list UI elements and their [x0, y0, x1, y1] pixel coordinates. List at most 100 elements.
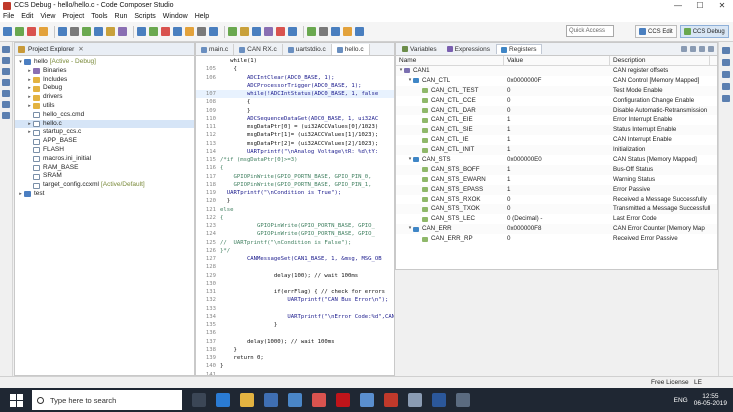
close-button[interactable]: ✕	[711, 1, 733, 10]
toolbar-button-icon[interactable]	[27, 27, 36, 36]
taskbar-app-app-icon[interactable]	[408, 393, 422, 407]
license-status[interactable]: Free License	[651, 379, 689, 386]
toolbar-button-icon[interactable]	[39, 27, 48, 36]
collapsed-arrow-icon[interactable]: ▸	[17, 190, 24, 199]
column-name[interactable]: Name	[396, 56, 504, 65]
toolbar-button-icon[interactable]	[288, 27, 297, 36]
register-row[interactable]: CAN_STS_EWARN 1 Warning Status	[396, 175, 717, 185]
menu-item-view[interactable]: View	[40, 13, 55, 20]
toolbar-button-icon[interactable]	[228, 27, 237, 36]
view-icon[interactable]	[722, 71, 730, 78]
taskbar-app-mail-icon[interactable]	[288, 393, 302, 407]
menu-item-window[interactable]: Window	[163, 13, 188, 20]
menu-item-file[interactable]: File	[3, 13, 14, 20]
register-value[interactable]: 0 (Decimal) -	[504, 214, 610, 224]
menu-item-run[interactable]: Run	[115, 13, 128, 20]
view-icon[interactable]	[722, 83, 730, 90]
tree-item[interactable]: macros.ini_initial	[15, 155, 194, 164]
collapsed-arrow-icon[interactable]: ▸	[26, 128, 33, 137]
register-value[interactable]: 0	[504, 204, 610, 214]
editor-tab[interactable]: CAN RX.c	[234, 44, 283, 55]
register-value[interactable]: 1	[504, 165, 610, 175]
taskbar-app-app2-icon[interactable]	[456, 393, 470, 407]
toolbar-button-icon[interactable]	[319, 27, 328, 36]
toolbar-button-icon[interactable]	[209, 27, 218, 36]
menu-item-project[interactable]: Project	[62, 13, 84, 20]
register-row[interactable]: CAN_CTL_DAR 0 Disable Automatic-Retransmis…	[396, 105, 717, 116]
menu-item-edit[interactable]: Edit	[21, 13, 33, 20]
perspective-ccs-edit[interactable]: CCS Edit	[635, 25, 677, 38]
register-row[interactable]: CAN_CTL_INIT 1 Initialization	[396, 145, 717, 156]
tree-item[interactable]: ▸ Debug	[15, 84, 194, 93]
register-value[interactable]: 0x000000F8	[504, 224, 610, 234]
register-value[interactable]: 0	[504, 195, 610, 205]
register-value[interactable]: 1	[504, 145, 610, 155]
register-row[interactable]: CAN_STS_RXOK 0 Received a Message Successf…	[396, 195, 717, 205]
tree-item[interactable]: ▾ hello [Active - Debug]	[15, 58, 194, 67]
minimize-icon[interactable]	[708, 46, 714, 52]
tree-item[interactable]: target_config.ccxml [Active/Default]	[15, 181, 194, 190]
register-value[interactable]: 1	[504, 185, 610, 195]
register-value[interactable]: 0x000000E0	[504, 155, 610, 165]
menu-icon[interactable]	[699, 46, 705, 52]
register-row[interactable]: ▾ CAN_STS 0x000000E0 CAN Status [Memory Map…	[396, 155, 717, 165]
toolbar-button-icon[interactable]	[173, 27, 182, 36]
register-row[interactable]: CAN_STS_EPASS 1 Error Passive	[396, 184, 717, 195]
register-row[interactable]: CAN_CTL_TEST 0 Test Mode Enable	[396, 85, 717, 96]
view-icon[interactable]	[2, 101, 10, 108]
toolbar-button-icon[interactable]	[15, 27, 24, 36]
register-row[interactable]: CAN_CTL_EIE 1 Error Interrupt Enable	[396, 115, 717, 125]
register-row[interactable]: CAN_ERR_RP 0 Received Error Passive	[396, 234, 717, 244]
tree-item[interactable]: ▸ utils	[15, 102, 194, 111]
register-row[interactable]: CAN_CTL_IE 1 CAN Interrupt Enable	[396, 135, 717, 145]
toolbar-button-icon[interactable]	[240, 27, 249, 36]
toolbar-button-icon[interactable]	[118, 27, 127, 36]
view-icon[interactable]	[2, 79, 10, 86]
register-value[interactable]: 0	[504, 86, 610, 96]
language-indicator[interactable]: ENG	[674, 397, 688, 404]
toolbar-button-icon[interactable]	[343, 27, 352, 36]
tree-item[interactable]: ▸ Binaries	[15, 67, 194, 76]
register-row[interactable]: ▾ CAN1 CAN register offsets	[396, 66, 717, 76]
quick-access-input[interactable]: Quick Access	[566, 25, 614, 37]
close-icon[interactable]: ✕	[78, 45, 83, 53]
toolbar-button-icon[interactable]	[82, 27, 91, 36]
register-value[interactable]: 1	[504, 115, 610, 125]
collapsed-arrow-icon[interactable]: ▸	[26, 84, 33, 93]
toolbar-button-icon[interactable]	[149, 27, 158, 36]
minimize-button[interactable]: —	[667, 1, 689, 10]
toolbar-button-icon[interactable]	[161, 27, 170, 36]
taskbar-app-task-view-icon[interactable]	[192, 393, 206, 407]
register-row[interactable]: ▾ CAN_CTL 0x0000000F CAN Control [Memory Ma…	[396, 76, 717, 86]
collapsed-arrow-icon[interactable]: ▸	[26, 67, 33, 76]
toolbar-button-icon[interactable]	[70, 27, 79, 36]
collapsed-arrow-icon[interactable]: ▸	[26, 93, 33, 102]
menu-item-tools[interactable]: Tools	[91, 13, 107, 20]
register-value[interactable]: 1	[504, 125, 610, 135]
register-value[interactable]: 0	[504, 106, 610, 116]
tree-item[interactable]: SRAM	[15, 172, 194, 181]
maximize-button[interactable]: ☐	[689, 1, 711, 10]
start-button[interactable]	[10, 391, 28, 409]
toolbar-button-icon[interactable]	[264, 27, 273, 36]
register-value[interactable]: 0x0000000F	[504, 76, 610, 86]
taskbar-search[interactable]: Type here to search	[32, 390, 182, 410]
toolbar-button-icon[interactable]	[276, 27, 285, 36]
toolbar-button-icon[interactable]	[3, 27, 12, 36]
view-icon[interactable]	[2, 68, 10, 75]
perspective-ccs-debug[interactable]: CCS Debug	[679, 25, 729, 38]
view-icon[interactable]	[2, 112, 10, 119]
collapse-icon[interactable]	[681, 46, 687, 52]
toolbar-button-icon[interactable]	[58, 27, 67, 36]
tree-item[interactable]: FLASH	[15, 146, 194, 155]
taskbar-app-ccs-icon[interactable]	[384, 393, 398, 407]
code-area[interactable]: while(1) 105 {106 ADCIntClear(ADC0_BASE, …	[196, 57, 394, 375]
view-tab-registers[interactable]: Registers	[496, 44, 542, 54]
register-value[interactable]: 1	[504, 135, 610, 145]
tree-item[interactable]: RAM_BASE	[15, 164, 194, 173]
collapsed-arrow-icon[interactable]: ▸	[26, 102, 33, 111]
toolbar-button-icon[interactable]	[106, 27, 115, 36]
menu-item-scripts[interactable]: Scripts	[134, 13, 155, 20]
tree-item[interactable]: ▸ startup_ccs.c	[15, 128, 194, 137]
toolbar-button-icon[interactable]	[252, 27, 261, 36]
